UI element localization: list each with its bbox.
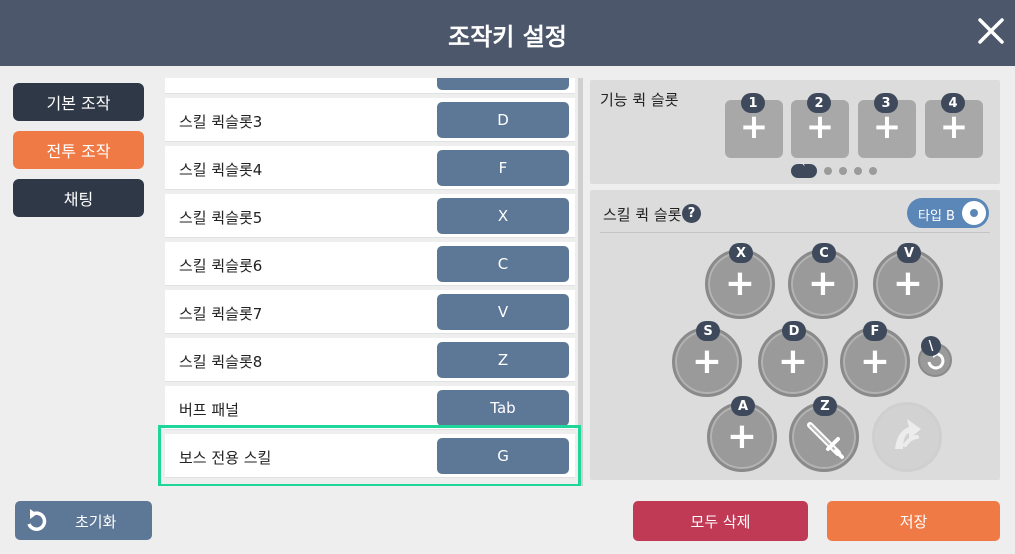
dodge-icon bbox=[895, 419, 921, 449]
page-dot-active[interactable]: ` bbox=[791, 162, 817, 178]
key-value: Z bbox=[497, 351, 509, 369]
binding-label: 스킬 퀵슬롯5 bbox=[179, 209, 263, 227]
key-value: Tab bbox=[490, 399, 516, 417]
key-value: V bbox=[497, 303, 509, 321]
type-label: 타입 B bbox=[918, 209, 955, 224]
page-dot[interactable] bbox=[824, 167, 832, 175]
binding-label: 스킬 퀵슬롯6 bbox=[179, 257, 263, 275]
delete-all-button[interactable]: 모두 삭제 bbox=[633, 501, 808, 541]
plus-icon: + bbox=[739, 107, 769, 147]
binding-label: 스킬 퀵슬롯7 bbox=[179, 305, 263, 323]
plus-icon: + bbox=[872, 107, 902, 147]
plus-icon: + bbox=[892, 263, 924, 304]
slot-number-badge: 4 bbox=[941, 93, 965, 113]
panel-title: 기능 퀵 슬롯 bbox=[600, 91, 679, 109]
close-icon bbox=[978, 18, 1004, 44]
close-button[interactable] bbox=[972, 12, 1010, 50]
tab-chat[interactable]: 채팅 bbox=[13, 179, 144, 217]
skill-key-badge: F bbox=[863, 321, 887, 341]
skill-key-badge: \ bbox=[921, 336, 941, 356]
key-assign-button[interactable]: X bbox=[437, 198, 569, 234]
skill-key-badge: C bbox=[812, 243, 836, 263]
page-dot[interactable] bbox=[869, 167, 877, 175]
key-value: F bbox=[498, 159, 508, 177]
tab-label: 기본 조작 bbox=[46, 94, 111, 113]
slot-number-badge: 1 bbox=[741, 93, 765, 113]
tab-basic-controls[interactable]: 기본 조작 bbox=[13, 83, 144, 121]
skill-key-badge: D bbox=[782, 321, 806, 341]
key-assign-button[interactable]: Tab bbox=[437, 390, 569, 426]
skill-key-badge: A bbox=[731, 396, 755, 416]
save-label: 저장 bbox=[899, 512, 928, 531]
selected-row-highlight bbox=[158, 425, 581, 487]
panel-title: 스킬 퀵 슬롯 bbox=[603, 206, 682, 224]
key-assign-button[interactable]: C bbox=[437, 246, 569, 282]
plus-icon: + bbox=[807, 263, 839, 304]
reset-label: 초기화 bbox=[75, 513, 117, 531]
save-button[interactable]: 저장 bbox=[827, 501, 1000, 541]
tab-label: 전투 조작 bbox=[46, 142, 111, 161]
key-assign-button[interactable]: V bbox=[437, 294, 569, 330]
page-badge: ` bbox=[801, 162, 807, 176]
dodge-skill-slot[interactable] bbox=[872, 402, 942, 472]
key-value: D bbox=[497, 111, 509, 129]
plus-icon: + bbox=[859, 341, 891, 382]
header-bar: 조작키 설정 bbox=[0, 0, 1015, 66]
list-item: 스킬 퀵슬롯4 F bbox=[165, 146, 575, 190]
help-glyph: ? bbox=[687, 206, 696, 221]
refresh-icon bbox=[27, 509, 47, 531]
reset-button[interactable]: 초기화 bbox=[15, 501, 152, 540]
binding-label: 버프 패널 bbox=[179, 401, 239, 419]
list-item bbox=[165, 78, 575, 94]
slot-number-badge: 3 bbox=[874, 93, 898, 113]
delete-all-label: 모두 삭제 bbox=[690, 512, 751, 531]
plus-icon: + bbox=[691, 341, 723, 382]
page-title: 조작키 설정 bbox=[448, 23, 567, 51]
binding-label: 스킬 퀵슬롯3 bbox=[179, 113, 263, 131]
plus-icon: + bbox=[805, 107, 835, 147]
plus-icon: + bbox=[939, 107, 969, 147]
key-assign-button[interactable]: Z bbox=[437, 342, 569, 378]
page-dot[interactable] bbox=[839, 167, 847, 175]
plus-icon: + bbox=[777, 341, 809, 382]
skill-key-badge: V bbox=[897, 243, 921, 263]
binding-label: 스킬 퀵슬롯4 bbox=[179, 161, 263, 179]
key-value: X bbox=[497, 207, 509, 225]
list-item: 스킬 퀵슬롯5 X bbox=[165, 194, 575, 238]
panel-divider bbox=[600, 232, 990, 233]
key-assign-button[interactable]: D bbox=[437, 102, 569, 138]
skill-type-toggle[interactable]: 타입 B bbox=[907, 198, 989, 228]
tab-label: 채팅 bbox=[63, 190, 94, 209]
list-item: 버프 패널 Tab bbox=[165, 386, 575, 430]
binding-label: 스킬 퀵슬롯8 bbox=[179, 353, 263, 371]
tab-combat-controls[interactable]: 전투 조작 bbox=[13, 131, 144, 169]
list-item: 스킬 퀵슬롯6 C bbox=[165, 242, 575, 286]
help-icon[interactable]: ? bbox=[682, 204, 701, 223]
plus-icon: + bbox=[726, 416, 758, 457]
key-assign-button[interactable] bbox=[437, 78, 569, 90]
page-indicator: ` bbox=[791, 162, 877, 178]
category-sidebar bbox=[0, 66, 160, 486]
plus-icon: + bbox=[724, 263, 756, 304]
slot-number-badge: 2 bbox=[807, 93, 831, 113]
skill-key-badge: Z bbox=[813, 396, 837, 416]
key-value: C bbox=[497, 255, 509, 273]
key-assign-button[interactable]: F bbox=[437, 150, 569, 186]
skill-key-badge: X bbox=[729, 243, 753, 263]
page-dot[interactable] bbox=[854, 167, 862, 175]
skill-key-badge: S bbox=[696, 321, 720, 341]
list-item: 스킬 퀵슬롯3 D bbox=[165, 98, 575, 142]
list-item: 스킬 퀵슬롯8 Z bbox=[165, 338, 575, 382]
toggle-knob bbox=[962, 201, 986, 225]
list-item: 스킬 퀵슬롯7 V bbox=[165, 290, 575, 334]
